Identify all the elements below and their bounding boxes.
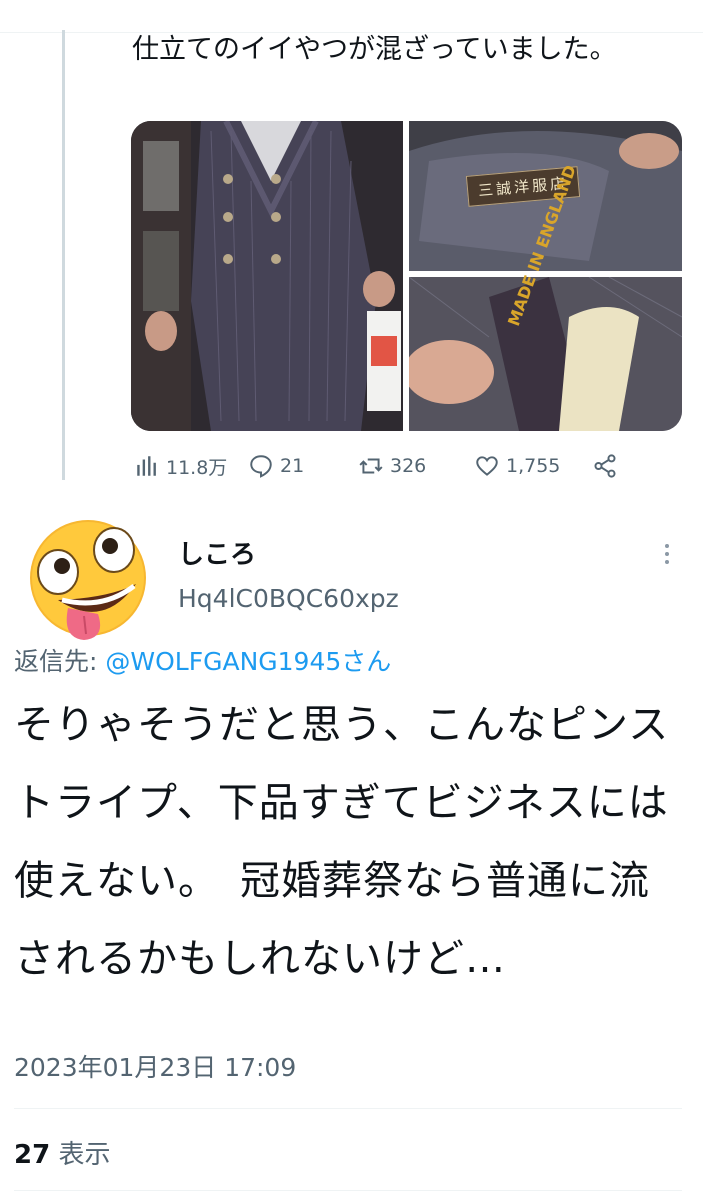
more-options-icon[interactable] <box>660 542 674 570</box>
reply-body-text: そりゃそうだと思う、こんなピンストライプ、下品すぎてビジネスには使えない。 冠婚… <box>14 702 670 982</box>
analytics-icon <box>137 456 156 476</box>
divider-below-views <box>14 1190 682 1191</box>
reply-count: 21 <box>280 455 305 477</box>
reply-icon <box>250 455 272 478</box>
heart-icon <box>476 456 498 476</box>
reply-timestamp[interactable]: 2023年01月23日 17:09 <box>14 1048 296 1084</box>
media-photo-fabric[interactable]: MADE IN ENGLAND <box>404 163 682 431</box>
share-action[interactable] <box>592 453 618 479</box>
retweet-count: 326 <box>390 455 427 477</box>
reply-handle[interactable]: Hq4lC0BQC60xpz <box>178 584 399 613</box>
like-action[interactable]: 1,755 <box>474 453 560 479</box>
views-count: 11.8万 <box>166 456 228 479</box>
reply-action[interactable]: 21 <box>248 453 304 479</box>
retweet-icon <box>359 458 383 474</box>
fabric-photo-illustration <box>404 276 682 431</box>
parent-tweet-text: 仕立てのイイやつが混ざっていました。 <box>132 34 617 65</box>
thread-connector-line <box>62 30 65 480</box>
retweet-action[interactable]: 326 <box>358 453 426 479</box>
share-icon <box>594 454 616 478</box>
parent-tweet-actions: 11.8万 21 326 1,755 <box>134 446 624 486</box>
reply-view-count: 27 表示 <box>14 1134 110 1171</box>
divider-above-views <box>14 1108 682 1109</box>
like-count: 1,755 <box>506 455 561 477</box>
suit-photo-illustration <box>131 121 403 431</box>
zany-face-emoji-avatar[interactable] <box>18 520 150 640</box>
reply-to-line: 返信先: @WOLFGANG1945さん <box>14 642 391 678</box>
media-photo-suit[interactable] <box>131 121 403 431</box>
reply-to-prefix: 返信先: <box>14 647 98 676</box>
parent-tweet-media-grid[interactable]: 三誠洋服店 MADE IN ENGLAND <box>131 121 682 431</box>
reply-display-name[interactable]: しころ <box>178 534 256 571</box>
views-action[interactable]: 11.8万 <box>134 453 227 480</box>
view-count-number: 27 <box>14 1140 51 1170</box>
reply-to-handle-link[interactable]: @WOLFGANG1945さん <box>105 647 391 676</box>
view-count-label: 表示 <box>58 1140 111 1170</box>
